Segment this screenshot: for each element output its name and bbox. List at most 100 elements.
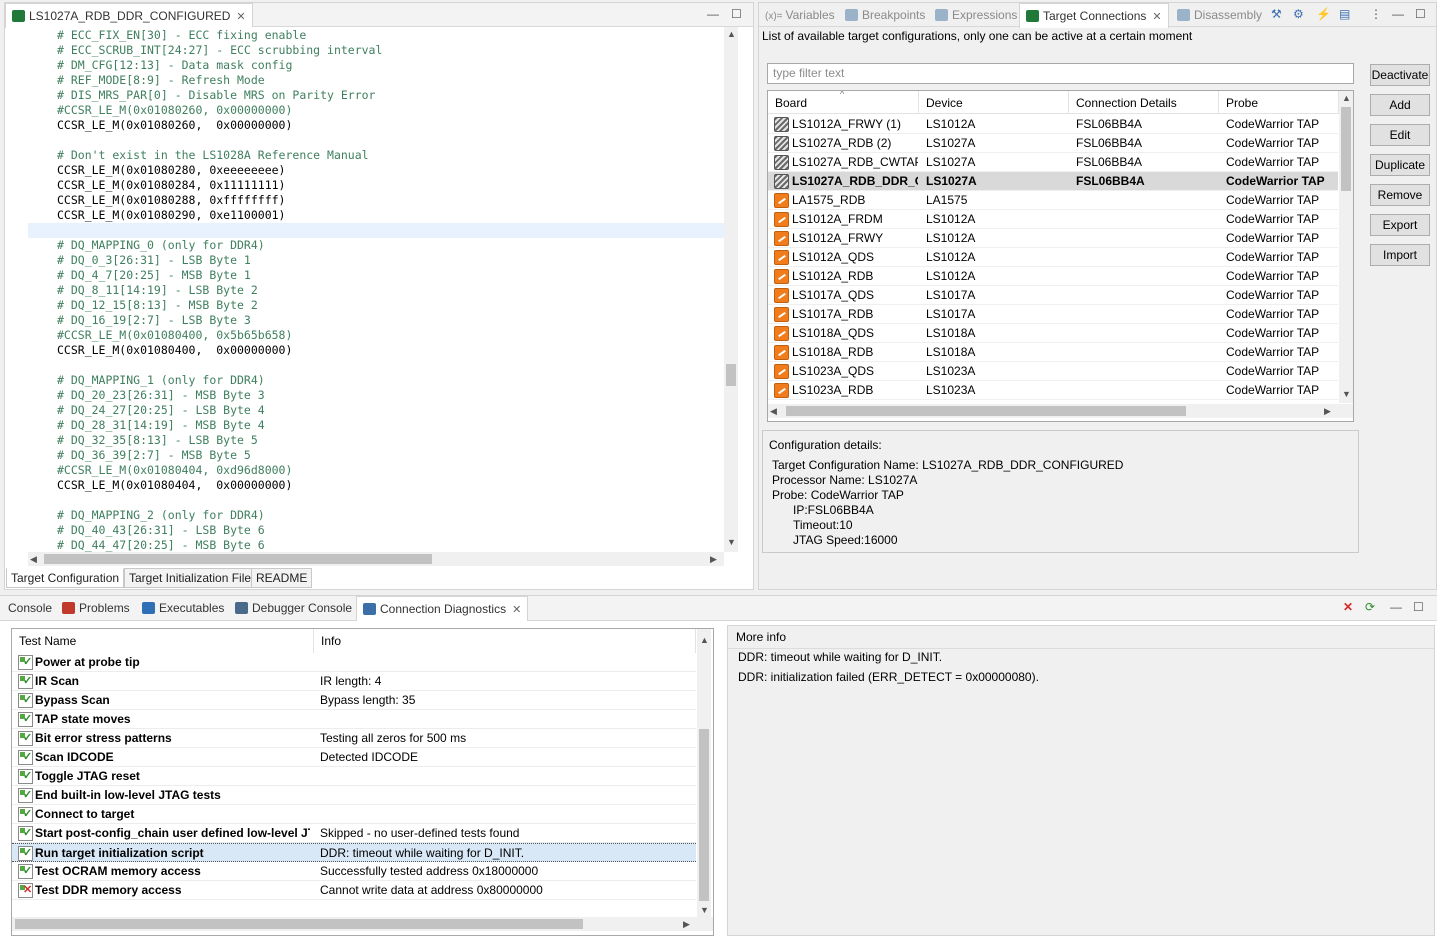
table-row[interactable]: End built-in low-level JTAG tests xyxy=(12,786,696,805)
column-header-device[interactable]: Device xyxy=(919,91,1069,114)
test-passed-icon xyxy=(18,864,33,879)
filter-input[interactable]: type filter text xyxy=(767,63,1354,84)
table-row[interactable]: LS1012A_FRWY LS1012A CodeWarrior TAP xyxy=(768,229,1338,248)
scroll-down-icon[interactable]: ▼ xyxy=(1342,387,1351,401)
tab-target-initialization-file[interactable]: Target Initialization File xyxy=(124,568,257,588)
duplicate-button[interactable]: Duplicate xyxy=(1370,154,1430,176)
tab-disassembly[interactable]: Disassembly xyxy=(1171,3,1268,27)
minimize-icon[interactable]: — xyxy=(1392,7,1404,21)
tab-target-connections[interactable]: Target Connections ✕ xyxy=(1019,3,1169,28)
clear-icon[interactable]: ✕ xyxy=(1343,600,1353,614)
tab-debugger-console[interactable]: Debugger Console xyxy=(229,596,358,620)
maximize-icon[interactable]: ☐ xyxy=(1415,7,1426,21)
edit-button[interactable]: Edit xyxy=(1370,124,1430,146)
tab-variables[interactable]: (x)= Variables xyxy=(759,3,841,27)
export-button[interactable]: Export xyxy=(1370,214,1430,236)
remove-button[interactable]: Remove xyxy=(1370,184,1430,206)
table-row[interactable]: LS1012A_RDB LS1012A CodeWarrior TAP xyxy=(768,267,1338,286)
table-row[interactable]: LS1018A_RDB LS1018A CodeWarrior TAP xyxy=(768,343,1338,362)
table-row[interactable]: LS1012A_QDS LS1012A CodeWarrior TAP xyxy=(768,248,1338,267)
scroll-right-icon[interactable]: ▶ xyxy=(1324,404,1331,418)
table-row[interactable]: Toggle JTAG reset xyxy=(12,767,696,786)
scroll-thumb[interactable] xyxy=(1341,107,1351,191)
column-header-connection-details[interactable]: Connection Details xyxy=(1069,91,1219,114)
editor-horizontal-scrollbar[interactable]: ◀ ▶ xyxy=(28,552,724,566)
table-row[interactable]: Test OCRAM memory access Successfully tes… xyxy=(12,862,696,881)
view-menu-icon[interactable]: ⋮ xyxy=(1370,7,1382,21)
scroll-thumb[interactable] xyxy=(699,729,709,901)
board-icon[interactable]: ▤ xyxy=(1339,7,1350,21)
maximize-icon[interactable]: ☐ xyxy=(1413,600,1424,614)
tab-breakpoints[interactable]: Breakpoints xyxy=(839,3,931,27)
minimize-icon[interactable]: — xyxy=(1390,600,1402,614)
table-row[interactable]: LS1027A_RDB_CWTAP LS1027A FSL06BB4A CodeWar… xyxy=(768,153,1338,172)
close-icon[interactable]: ✕ xyxy=(1152,11,1161,23)
table-row[interactable]: LS1018A_QDS LS1018A CodeWarrior TAP xyxy=(768,324,1338,343)
scroll-thumb[interactable] xyxy=(44,554,432,564)
scroll-right-icon[interactable]: ▶ xyxy=(710,552,717,566)
run-diagnostics-icon[interactable]: ⟳ xyxy=(1365,600,1375,614)
scroll-down-icon[interactable]: ▼ xyxy=(700,903,709,917)
column-header-probe[interactable]: Probe xyxy=(1219,91,1339,114)
table-row[interactable]: Connect to target xyxy=(12,805,696,824)
tab-connection-diagnostics[interactable]: Connection Diagnostics ✕ xyxy=(356,596,529,621)
table-row[interactable]: LA1575_RDB LA1575 CodeWarrior TAP xyxy=(768,191,1338,210)
tab-target-configuration[interactable]: Target Configuration xyxy=(6,568,125,588)
diagnostics-vertical-scrollbar[interactable]: ▲ ▼ xyxy=(697,629,711,917)
column-header-info[interactable]: Info xyxy=(314,629,696,653)
column-header-test-name[interactable]: Test Name xyxy=(12,629,314,653)
maximize-icon[interactable]: ☐ xyxy=(731,7,742,21)
table-row[interactable]: TAP state moves xyxy=(12,710,696,729)
editor-tab[interactable]: LS1027A_RDB_DDR_CONFIGURED ✕ xyxy=(5,3,253,28)
table-row[interactable]: LS1017A_RDB LS1017A CodeWarrior TAP xyxy=(768,305,1338,324)
table-row[interactable]: LS1017A_QDS LS1017A CodeWarrior TAP xyxy=(768,286,1338,305)
add-button[interactable]: Add xyxy=(1370,94,1430,116)
table-row[interactable]: LS1027A_RDB (2) LS1027A FSL06BB4A CodeWarri… xyxy=(768,134,1338,153)
scroll-up-icon[interactable]: ▲ xyxy=(727,27,736,41)
table-row[interactable]: Power at probe tip xyxy=(12,653,696,672)
diagnostics-table[interactable]: Test Name Info Power at probe tip IR Scan… xyxy=(11,628,714,936)
table-row[interactable]: LS1023A_RDB LS1023A CodeWarrior TAP xyxy=(768,381,1338,400)
table-row[interactable]: Scan IDCODE Detected IDCODE xyxy=(12,748,696,767)
test-name: Start post-config_chain user defined low… xyxy=(35,826,310,840)
close-icon[interactable]: ✕ xyxy=(236,11,245,23)
connect-icon[interactable]: ⚒ xyxy=(1271,7,1282,21)
scroll-thumb[interactable] xyxy=(726,364,736,386)
table-row[interactable]: Start post-config_chain user defined low… xyxy=(12,824,696,843)
editor-vertical-scrollbar[interactable]: ▲ ▼ xyxy=(724,27,738,552)
targets-vertical-scrollbar[interactable]: ▲ ▼ xyxy=(1339,91,1353,403)
table-row[interactable]: LS1027A_RDB_DDR_CONFIGURED LS1027A FSL06BB… xyxy=(768,172,1338,191)
debug-icon[interactable]: ⚙ xyxy=(1293,7,1304,21)
tab-problems[interactable]: Problems xyxy=(56,596,136,620)
deactivate-button[interactable]: Deactivate xyxy=(1370,64,1430,86)
tab-expressions[interactable]: Expressions xyxy=(929,3,1023,27)
scroll-left-icon[interactable]: ◀ xyxy=(770,404,777,418)
diagnostics-horizontal-scrollbar[interactable]: ▶ xyxy=(12,917,713,931)
close-icon[interactable]: ✕ xyxy=(512,604,521,616)
scroll-left-icon[interactable]: ◀ xyxy=(30,552,37,566)
table-row[interactable]: Test DDR memory access Cannot write data … xyxy=(12,881,696,900)
tab-readme[interactable]: README xyxy=(251,568,313,588)
flash-icon[interactable]: ⚡ xyxy=(1316,7,1331,21)
scroll-thumb[interactable] xyxy=(15,919,583,929)
table-row[interactable]: Bit error stress patterns Testing all zer… xyxy=(12,729,696,748)
scroll-up-icon[interactable]: ▲ xyxy=(1342,91,1351,105)
minimize-icon[interactable]: — xyxy=(707,7,719,21)
table-row[interactable]: LS1023A_QDS LS1023A CodeWarrior TAP xyxy=(768,362,1338,381)
targets-horizontal-scrollbar[interactable]: ◀ ▶ xyxy=(768,404,1353,418)
scroll-right-icon[interactable]: ▶ xyxy=(683,917,690,931)
tab-executables[interactable]: Executables xyxy=(136,596,230,620)
table-row[interactable]: Bypass Scan Bypass length: 35 xyxy=(12,691,696,710)
table-row[interactable]: IR Scan IR length: 4 xyxy=(12,672,696,691)
table-row[interactable]: LS1012A_FRDM LS1012A CodeWarrior TAP xyxy=(768,210,1338,229)
scroll-thumb[interactable] xyxy=(786,406,1186,416)
code-editor[interactable]: # ECC_FIX_EN[30] - ECC fixing enable # EC… xyxy=(8,27,724,552)
cell-conn xyxy=(1076,229,1218,248)
targets-table[interactable]: Board ^ Device Connection Details Probe … xyxy=(767,90,1354,422)
table-row[interactable]: LS1012A_FRWY (1) LS1012A FSL06BB4A CodeWarr… xyxy=(768,115,1338,134)
scroll-up-icon[interactable]: ▲ xyxy=(700,633,709,647)
import-button[interactable]: Import xyxy=(1370,244,1430,266)
tab-console[interactable]: Console xyxy=(2,596,58,620)
table-row[interactable]: Run target initialization script DDR: tim… xyxy=(12,843,696,862)
scroll-down-icon[interactable]: ▼ xyxy=(727,535,736,549)
